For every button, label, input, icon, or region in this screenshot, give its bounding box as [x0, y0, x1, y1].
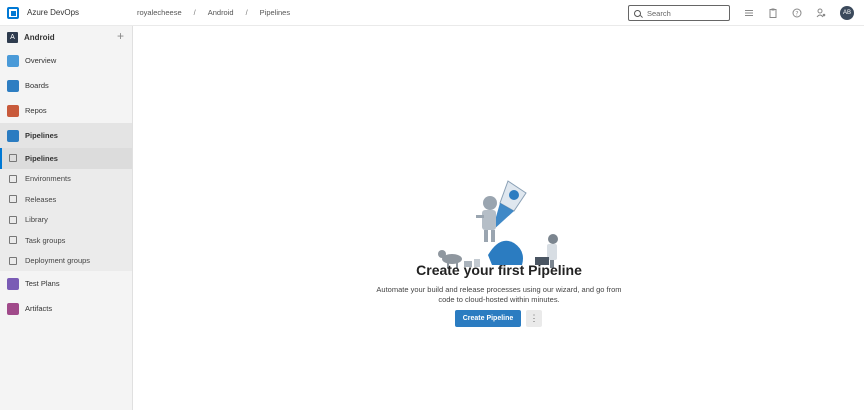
- pipelines-sub-icon: [9, 154, 17, 163]
- pipelines-submenu: Pipelines Environments Releases Library …: [0, 148, 132, 271]
- pipelines-icon: [7, 129, 19, 142]
- sidebar-subitem-label: Library: [25, 215, 48, 225]
- brand-name: Azure DevOps: [27, 8, 80, 17]
- sidebar-subitem-releases[interactable]: Releases: [0, 189, 132, 210]
- user-settings-icon[interactable]: [816, 8, 826, 18]
- sidebar-item-label: Test Plans: [25, 279, 60, 288]
- sidebar-subitem-task-groups[interactable]: Task groups: [0, 230, 132, 251]
- sidebar-item-label: Overview: [25, 56, 57, 65]
- search-input[interactable]: Search: [628, 5, 730, 21]
- sidebar-item-repos[interactable]: Repos: [0, 98, 132, 123]
- breadcrumb-page[interactable]: Pipelines: [260, 8, 290, 17]
- artifacts-icon: [7, 302, 19, 315]
- svg-text:?: ?: [795, 10, 798, 17]
- clipboard-icon[interactable]: [768, 8, 778, 18]
- project-badge: A: [7, 31, 18, 43]
- main-content: Create your first Pipeline Automate your…: [134, 26, 864, 410]
- sidebar-item-label: Pipelines: [25, 131, 58, 140]
- releases-icon: [9, 195, 17, 204]
- more-options-button[interactable]: ⋮: [526, 310, 542, 327]
- empty-state-description: Automate your build and release processe…: [376, 285, 622, 304]
- sidebar-item-test-plans[interactable]: Test Plans: [0, 271, 132, 296]
- brand[interactable]: Azure DevOps: [0, 6, 133, 19]
- sidebar-item-artifacts[interactable]: Artifacts: [0, 296, 132, 321]
- sidebar-item-label: Boards: [25, 81, 49, 90]
- breadcrumb-org[interactable]: royalecheese: [137, 8, 182, 17]
- sidebar-subitem-library[interactable]: Library: [0, 210, 132, 231]
- list-settings-icon[interactable]: [744, 8, 754, 18]
- sidebar-item-boards[interactable]: Boards: [0, 73, 132, 98]
- sidebar-subitem-deployment-groups[interactable]: Deployment groups: [0, 251, 132, 272]
- add-icon[interactable]: +: [117, 30, 124, 42]
- sidebar-subitem-label: Releases: [25, 194, 57, 204]
- sidebar-item-pipelines[interactable]: Pipelines: [0, 123, 132, 148]
- sidebar-item-overview[interactable]: Overview: [0, 48, 132, 73]
- boards-icon: [7, 79, 19, 92]
- sidebar-subitem-label: Pipelines: [25, 153, 58, 163]
- breadcrumb-project[interactable]: Android: [208, 8, 234, 17]
- library-icon: [9, 215, 17, 224]
- overview-icon: [7, 54, 19, 67]
- deployment-groups-icon: [9, 256, 17, 265]
- sidebar-subitem-label: Task groups: [25, 235, 66, 245]
- azure-devops-logo-icon: [7, 6, 19, 19]
- task-groups-icon: [9, 236, 17, 245]
- create-pipeline-button[interactable]: Create Pipeline: [455, 310, 521, 327]
- sidebar-subitem-pipelines[interactable]: Pipelines: [0, 148, 132, 169]
- environments-icon: [9, 174, 17, 183]
- search-icon: [634, 9, 641, 17]
- test-plans-icon: [7, 277, 19, 290]
- sidebar: A Android + Overview Boards Repos Pipeli…: [0, 26, 133, 410]
- top-bar: Azure DevOps royalecheese / Android / Pi…: [0, 0, 864, 26]
- breadcrumb-separator: /: [245, 8, 248, 17]
- project-header[interactable]: A Android +: [0, 26, 132, 48]
- avatar[interactable]: AB: [840, 6, 854, 20]
- repos-icon: [7, 104, 19, 117]
- empty-state-title: Create your first Pipeline: [416, 262, 582, 278]
- breadcrumb-separator: /: [193, 8, 196, 17]
- breadcrumb: royalecheese / Android / Pipelines: [137, 8, 290, 17]
- sidebar-item-label: Artifacts: [25, 304, 53, 313]
- sidebar-item-label: Repos: [25, 106, 47, 115]
- sidebar-subitem-label: Deployment groups: [25, 256, 91, 266]
- project-name: Android: [24, 32, 55, 42]
- help-icon[interactable]: ?: [792, 8, 802, 18]
- search-placeholder: Search: [647, 8, 671, 18]
- sidebar-subitem-label: Environments: [25, 174, 71, 184]
- sidebar-subitem-environments[interactable]: Environments: [0, 169, 132, 190]
